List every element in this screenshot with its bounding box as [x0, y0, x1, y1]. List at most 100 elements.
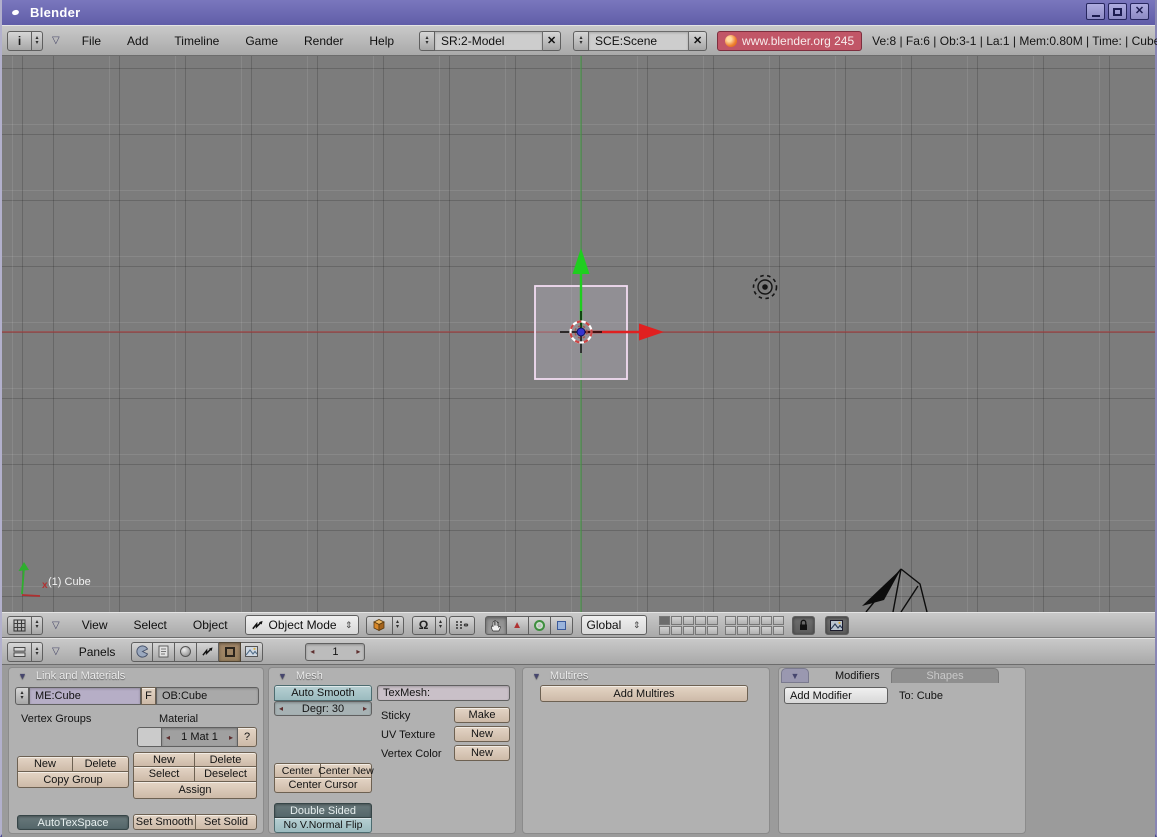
vertex-color-new-button[interactable]: New [454, 745, 510, 761]
lock-layers-button[interactable] [792, 616, 815, 635]
fake-user-button[interactable]: F [141, 687, 156, 705]
viewport-3d[interactable]: x (1) Cube [2, 56, 1155, 612]
layer-14[interactable] [695, 626, 706, 635]
layer-9[interactable] [761, 616, 772, 625]
layer-8[interactable] [749, 616, 760, 625]
material-delete-button[interactable]: Delete [195, 752, 257, 767]
window-type-stepper[interactable]: ▴▾ [32, 31, 43, 51]
rotation-pivot-icon[interactable]: Ω [412, 616, 436, 635]
layer-6[interactable] [725, 616, 736, 625]
layer-3[interactable] [683, 616, 694, 625]
orientation-dropdown[interactable]: Global ⇕ [581, 615, 647, 635]
degr-plus-icon[interactable]: ▸ [363, 704, 367, 713]
degr-minus-icon[interactable]: ◂ [279, 704, 283, 713]
tab-modifiers[interactable]: Modifiers [835, 670, 880, 682]
frame-next-icon[interactable]: ▸ [356, 647, 360, 656]
autotexspace-button[interactable]: AutoTexSpace [17, 815, 129, 830]
manipulator-rotate-icon[interactable] [529, 616, 551, 635]
auto-smooth-toggle[interactable]: Auto Smooth [274, 685, 372, 701]
select-button[interactable]: Select [133, 767, 195, 782]
texmesh-field[interactable]: TexMesh: [377, 685, 510, 701]
layer-12[interactable] [671, 626, 682, 635]
material-index-field[interactable]: ◂ 1 Mat 1 ▸ [162, 727, 238, 747]
layer-15[interactable] [707, 626, 718, 635]
buttons-type-stepper[interactable]: ▴▾ [32, 642, 43, 662]
close-button[interactable]: ✕ [1130, 3, 1149, 20]
view3d-window-type[interactable]: ▴▾ [7, 616, 43, 635]
scene-name-field[interactable]: SCE:Scene [589, 31, 689, 51]
collapse-menu-icon[interactable]: ▽ [52, 646, 60, 657]
pivot-stepper[interactable]: ▴▾ [436, 616, 447, 635]
buttons-window-type[interactable]: ▴▾ [7, 642, 43, 662]
title-bar[interactable]: Blender ✕ [2, 0, 1155, 25]
menu-timeline[interactable]: Timeline [161, 34, 232, 48]
collapse-menu-icon[interactable]: ▽ [52, 620, 60, 631]
menu-view[interactable]: View [69, 618, 121, 632]
material-help-button[interactable]: ? [238, 727, 257, 747]
layer-19[interactable] [761, 626, 772, 635]
mode-dropdown[interactable]: Object Mode ⇕ [245, 615, 359, 635]
menu-object[interactable]: Object [180, 618, 241, 632]
no-vnormal-flip-toggle[interactable]: No V.Normal Flip [274, 818, 372, 833]
deselect-button[interactable]: Deselect [195, 767, 257, 782]
menu-select[interactable]: Select [121, 618, 180, 632]
screen-name-field[interactable]: SR:2-Model [435, 31, 543, 51]
material-new-button[interactable]: New [133, 752, 195, 767]
center-cursor-button[interactable]: Center Cursor [274, 778, 372, 793]
vgroup-new-button[interactable]: New [17, 756, 73, 772]
mat-next-icon[interactable]: ▸ [229, 733, 233, 742]
menu-game[interactable]: Game [232, 34, 291, 48]
menu-file[interactable]: File [69, 34, 114, 48]
assign-button[interactable]: Assign [133, 782, 257, 799]
shading-context-icon[interactable] [175, 642, 197, 662]
panel-expand-icon[interactable]: ▼ [791, 671, 800, 681]
panel-header[interactable]: ▼ Multires [532, 669, 588, 683]
tab-shapes[interactable]: Shapes [891, 668, 999, 683]
layer-10[interactable] [773, 616, 784, 625]
panel-header[interactable]: ▼ Mesh [278, 669, 323, 683]
buttons-window-icon[interactable] [7, 642, 32, 662]
draw-type-solid-icon[interactable] [366, 616, 393, 635]
panel-expand-icon[interactable]: ▼ [278, 671, 287, 681]
info-window-icon[interactable]: i [7, 31, 32, 51]
copy-group-button[interactable]: Copy Group [17, 772, 129, 788]
view3d-type-stepper[interactable]: ▴▾ [32, 616, 43, 635]
material-color-swatch[interactable] [137, 727, 162, 747]
center-new-button[interactable]: Center New [321, 763, 372, 778]
screen-clear-button[interactable]: ✕ [543, 31, 561, 51]
mesh-name-field[interactable]: ME:Cube [29, 687, 141, 705]
layer-5[interactable] [707, 616, 718, 625]
minimize-button[interactable] [1086, 3, 1105, 20]
scene-context-icon[interactable] [241, 642, 263, 662]
sticky-make-button[interactable]: Make [454, 707, 510, 723]
menu-render[interactable]: Render [291, 34, 356, 48]
mesh-browse-stepper[interactable]: ▴▾ [15, 687, 29, 705]
layer-2[interactable] [671, 616, 682, 625]
layer-13[interactable] [683, 626, 694, 635]
object-name-field[interactable]: OB:Cube [156, 687, 259, 705]
manipulator-scale-icon[interactable] [551, 616, 573, 635]
layer-18[interactable] [749, 626, 760, 635]
manipulator-hand-icon[interactable] [485, 616, 507, 635]
window-type-selector[interactable]: i ▴▾ [7, 31, 43, 51]
scene-clear-button[interactable]: ✕ [689, 31, 707, 51]
vgroup-delete-button[interactable]: Delete [73, 756, 129, 772]
screen-stepper[interactable]: ▴▾ [419, 31, 435, 51]
layer-1[interactable] [659, 616, 670, 625]
render-preview-button[interactable] [825, 616, 849, 635]
layer-20[interactable] [773, 626, 784, 635]
panel-header[interactable]: ▼ Link and Materials [18, 669, 125, 683]
add-modifier-dropdown[interactable]: Add Modifier [784, 687, 888, 704]
collapse-menu-icon[interactable]: ▽ [52, 35, 60, 46]
layer-11[interactable] [659, 626, 670, 635]
double-sided-toggle[interactable]: Double Sided [274, 803, 372, 818]
add-multires-button[interactable]: Add Multires [540, 685, 748, 702]
object-context-icon[interactable] [197, 642, 219, 662]
set-solid-button[interactable]: Set Solid [196, 814, 257, 830]
layer-16[interactable] [725, 626, 736, 635]
uv-texture-new-button[interactable]: New [454, 726, 510, 742]
scene-stepper[interactable]: ▴▾ [573, 31, 589, 51]
layer-17[interactable] [737, 626, 748, 635]
menu-help[interactable]: Help [356, 34, 407, 48]
version-button[interactable]: www.blender.org 245 [717, 31, 862, 51]
